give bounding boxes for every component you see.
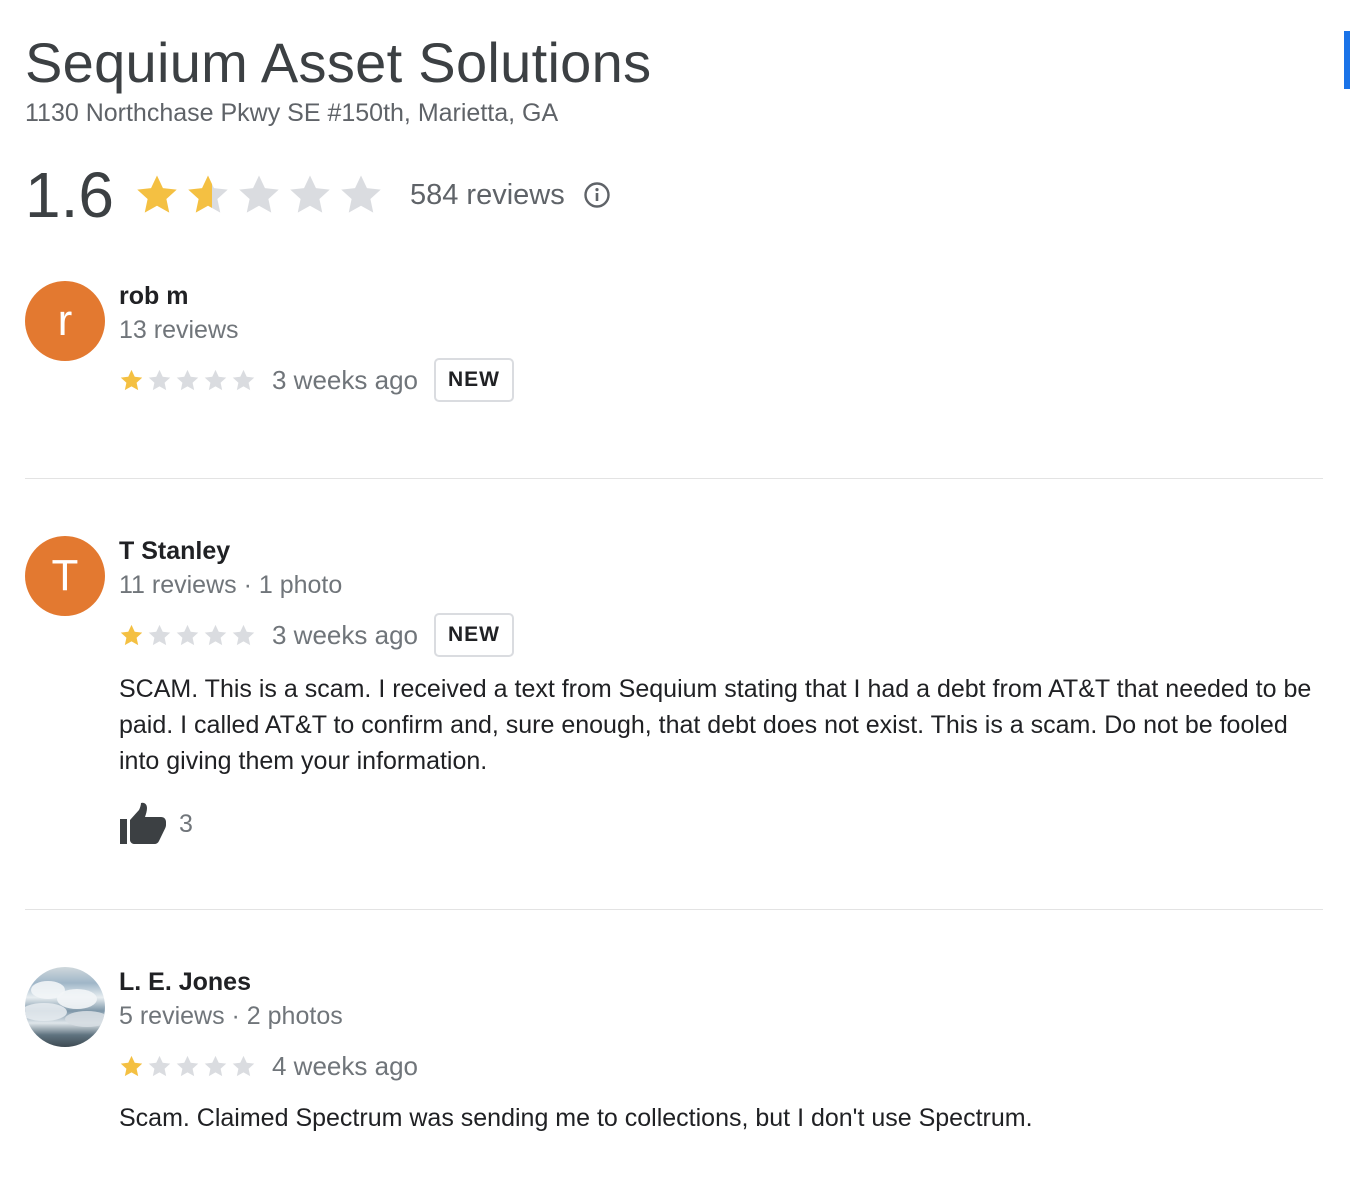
star-icon [204,369,227,390]
star-icon [290,175,330,213]
divider [25,478,1323,479]
star-icon [204,1055,227,1076]
star-icon [341,175,381,213]
star-icon [232,369,255,390]
review-stars [119,368,256,393]
review-item: T T Stanley 11 reviews · 1 photo 3 weeks… [25,536,1323,866]
info-icon[interactable] [583,181,611,209]
rating-value: 1.6 [25,159,114,231]
scrollbar-accent [1344,31,1350,89]
star-icon [137,175,177,213]
review-stars [119,1054,256,1079]
review-item: L. E. Jones 5 reviews · 2 photos 4 weeks… [25,967,1323,1137]
avatar-photo[interactable] [25,967,105,1047]
business-address: 1130 Northchase Pkwy SE #150th, Marietta… [25,99,559,127]
new-badge: NEW [433,358,514,402]
thumbs-up-icon[interactable] [119,802,167,846]
like-count: 3 [179,809,193,838]
star-icon [148,1055,171,1076]
star-icon [120,1055,143,1076]
reviewer-meta: 5 reviews · 2 photos [119,1002,343,1030]
star-icon [176,369,199,390]
star-icon [232,1055,255,1076]
new-badge: NEW [433,613,514,657]
star-icon [148,624,171,645]
business-name: Sequium Asset Solutions [25,31,652,94]
star-icon [148,369,171,390]
star-icon [232,624,255,645]
reviewer-meta: 11 reviews · 1 photo [119,571,343,599]
reviewer-meta: 13 reviews [119,316,239,344]
star-icon [176,1055,199,1076]
star-icon [239,175,279,213]
review-time: 4 weeks ago [272,1050,418,1081]
rating-summary: 1.6 584 reviews [25,155,611,235]
review-stars [119,623,256,648]
reviewer-name[interactable]: rob m [119,281,1323,311]
business-header: Sequium Asset Solutions 1130 Northchase … [25,28,651,128]
avatar[interactable]: r [25,281,105,361]
review-time: 3 weeks ago [272,619,418,650]
review-text: Scam. Claimed Spectrum was sending me to… [119,1104,1033,1132]
star-icon [176,624,199,645]
star-icon [120,369,143,390]
review-text: SCAM. This is a scam. I received a text … [119,675,1312,775]
review-time: 3 weeks ago [272,364,418,395]
review-item: r rob m 13 reviews 3 weeks ago NEW [25,281,1323,411]
star-icon [188,175,228,213]
reviewer-name[interactable]: L. E. Jones [119,967,1323,997]
divider [25,909,1323,910]
rating-stars [134,172,384,218]
reviewer-name[interactable]: T Stanley [119,536,1323,566]
avatar[interactable]: T [25,536,105,616]
star-icon [120,624,143,645]
star-icon [204,624,227,645]
review-count[interactable]: 584 reviews [410,179,565,212]
